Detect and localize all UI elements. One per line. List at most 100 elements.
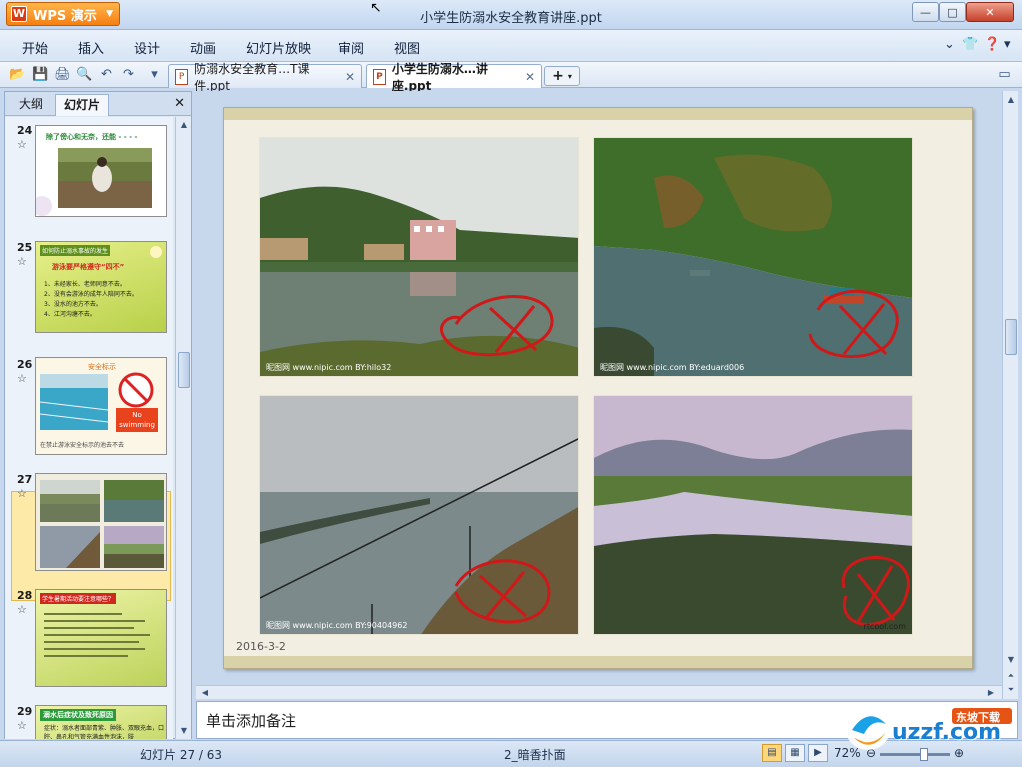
photo-watermark: 昵图网 www.nipic.com BY:90404962 (266, 621, 408, 630)
redo-icon[interactable]: ↷ (120, 66, 137, 83)
riverbank-photo[interactable]: 昵图网 www.nipic.com BY:90404962 (259, 395, 579, 635)
doc-tab-label: 防溺水安全教育…T课件.ppt (194, 61, 310, 93)
slide-scrollbar[interactable]: ▲ ▼ ⏶ ⏷ (1002, 91, 1018, 699)
next-slide-icon[interactable]: ⏷ (1004, 683, 1018, 697)
slide-thumbnail-29[interactable]: 溺水后症状及致死原因 症状：溺水者面部青紫、肿胀、双眼充血，口腔、鼻孔和气管充满… (35, 705, 167, 739)
thumb-line: 2、没有会游泳的成年人陪同不去。 (44, 291, 138, 298)
watermark-tag: 东坡下载 (956, 711, 1000, 724)
menu-design[interactable]: 设计 (134, 38, 160, 57)
thumb-caption: 在禁止游泳安全标示的池去不去 (40, 442, 125, 449)
scroll-left-icon[interactable]: ◀ (198, 686, 212, 700)
ppt-file-icon: P (175, 68, 189, 85)
slide-top-stripe (224, 108, 972, 120)
print-icon[interactable]: 🖨 (54, 66, 71, 83)
slide-thumbnail-27[interactable] (35, 473, 167, 571)
photo-watermark: rtcool.com (863, 622, 906, 631)
thumb-text: 症状：溺水者面部青紫、肿胀、双眼充血，口腔、鼻孔和气管充满血性泡沫，肢 (44, 725, 165, 739)
riverbank-photo-image (260, 396, 578, 634)
open-folder-icon[interactable]: 📂 (9, 66, 26, 83)
new-tab-button[interactable]: + ▾ (544, 66, 580, 86)
photo-watermark: 昵图网 www.nipic.com BY:eduard006 (600, 363, 745, 372)
notes-placeholder[interactable]: 单击添加备注 (206, 710, 296, 731)
doc-tab-2[interactable]: P 小学生防溺水…讲座.ppt ✕ (366, 62, 542, 93)
theme-name: 2_暗香扑面 (504, 748, 566, 762)
pond-photo[interactable]: 昵图网 www.nipic.com BY:hilo32 (259, 137, 579, 377)
slides-panel: 大纲 幻灯片 ✕ 24 ☆ 除了傍心和无奈，还能 - - - - 25 ☆ 如何… (4, 91, 192, 739)
slide-thumbnail-list: 24 ☆ 除了傍心和无奈，还能 - - - - 25 ☆ 如何防止溺水事故的发生… (5, 117, 173, 739)
slide-number: 24 (17, 124, 33, 137)
menu-bar: 开始 插入 设计 动画 幻灯片放映 审阅 视图 ⌄ 👕 ❓ ▾ (0, 30, 1022, 62)
slide-thumbnail-24[interactable]: 除了傍心和无奈，还能 - - - - (35, 125, 167, 217)
photo-watermark: 昵图网 www.nipic.com BY:hilo32 (266, 363, 392, 372)
thumbnail-scrollbar[interactable]: ▲ ▼ (175, 117, 191, 739)
title-bar: W WPS 演示 ▼ 小学生防溺水安全教育讲座.ppt ↖ — □ ✕ (0, 0, 1022, 30)
slide-sorter-view-button[interactable]: ▦ (785, 744, 805, 762)
skin-shirt-icon[interactable]: 👕 (962, 37, 978, 52)
slide-number: 25 (17, 241, 33, 254)
scroll-down-icon[interactable]: ▼ (177, 724, 191, 738)
maximize-button[interactable]: □ (939, 2, 966, 22)
slide-thumbnail-26[interactable]: 安全标示 No swimming 在禁止游泳安全标示的池去不去 (35, 357, 167, 455)
tab-outline[interactable]: 大纲 (11, 94, 51, 116)
slide-counter: 幻灯片 27 / 63 (140, 748, 223, 762)
menu-slideshow[interactable]: 幻灯片放映 (246, 38, 311, 57)
menu-view[interactable]: 视图 (394, 38, 420, 57)
thumb-title: 学生暑期活动要注意哪些？ (40, 593, 117, 604)
thumb-body: 1、未经家长、老师同意不去。 2、没有会游泳的成年人陪同不去。 3、没水的池方不… (44, 280, 138, 320)
current-slide[interactable]: 昵图网 www.nipic.com BY:hilo32 昵图网 www.nipi… (223, 107, 973, 669)
scroll-right-icon[interactable]: ▶ (984, 686, 998, 700)
undo-icon[interactable]: ↶ (98, 66, 115, 83)
marsh-photo-image (594, 396, 912, 634)
thumb-title: 溺水后症状及致死原因 (40, 709, 116, 721)
slide-thumbnail-28[interactable]: 学生暑期活动要注意哪些？ (35, 589, 167, 687)
doc-tab-label: 小学生防溺水…讲座.ppt (391, 61, 488, 93)
close-panel-icon[interactable]: ✕ (174, 96, 185, 111)
scroll-up-icon[interactable]: ▲ (177, 118, 191, 132)
tab-list-icon[interactable]: ▭ (996, 66, 1013, 83)
slide-number: 26 (17, 358, 33, 371)
scrollbar-thumb[interactable] (178, 352, 190, 388)
marsh-photo[interactable]: rtcool.com (593, 395, 913, 635)
zoom-slider-track[interactable] (880, 753, 950, 756)
save-icon[interactable]: 💾 (32, 66, 49, 83)
doc-tab-1[interactable]: P 防溺水安全教育…T课件.ppt ✕ (168, 62, 362, 93)
slide-thumbnail-25[interactable]: 如何防止溺水事故的发生 游泳要严格遵守“四不” 1、未经家长、老师同意不去。 2… (35, 241, 167, 333)
thumb-subtitle: 游泳要严格遵守“四不” (52, 263, 125, 271)
scrollbar-thumb[interactable] (1005, 319, 1017, 355)
ppt-file-icon: P (373, 68, 386, 85)
slideshow-view-button[interactable]: ▶ (808, 744, 828, 762)
quick-access-toolbar: 📂 💾 🖨 🔍 ↶ ↷ ▾ P 防溺水安全教育…T课件.ppt ✕ P 小学生防… (0, 62, 1022, 93)
thumb-title: 如何防止溺水事故的发生 (40, 245, 111, 256)
thumb-line: 1、未经家长、老师同意不去。 (44, 281, 126, 288)
slide-number: 29 (17, 705, 33, 718)
help-dropdown-icon[interactable]: ▾ (1004, 37, 1011, 52)
close-tab-icon[interactable]: ✕ (345, 70, 355, 84)
print-preview-icon[interactable]: 🔍 (76, 66, 93, 83)
menu-insert[interactable]: 插入 (78, 38, 104, 57)
menu-start[interactable]: 开始 (22, 38, 48, 57)
close-tab-icon[interactable]: ✕ (525, 70, 535, 84)
minimize-button[interactable]: — (912, 2, 939, 22)
horizontal-scrollbar[interactable]: ◀ ▶ (196, 685, 1002, 699)
thumb-body (44, 608, 156, 662)
scroll-up-icon[interactable]: ▲ (1004, 93, 1018, 107)
slide-editor-area: 昵图网 www.nipic.com BY:hilo32 昵图网 www.nipi… (196, 91, 1002, 699)
window-title: 小学生防溺水安全教育讲座.ppt (420, 11, 602, 26)
flower-icon (150, 246, 162, 258)
tab-slides[interactable]: 幻灯片 (55, 94, 110, 116)
toolbar-dropdown-icon[interactable]: ▾ (146, 66, 163, 83)
menu-animation[interactable]: 动画 (190, 38, 216, 57)
scroll-down-icon[interactable]: ▼ (1004, 653, 1018, 667)
prev-slide-icon[interactable]: ⏶ (1004, 669, 1018, 683)
river-photo[interactable]: 昵图网 www.nipic.com BY:eduard006 (593, 137, 913, 377)
thumb-photos (40, 480, 164, 568)
animation-star-icon: ☆ (17, 372, 27, 385)
river-photo-image (594, 138, 912, 376)
help-icon[interactable]: ❓ (984, 37, 1000, 52)
menu-review[interactable]: 审阅 (338, 38, 364, 57)
panel-tabs: 大纲 幻灯片 ✕ (5, 92, 191, 116)
close-window-button[interactable]: ✕ (966, 2, 1014, 22)
pond-photo-image (260, 138, 578, 376)
normal-view-button[interactable]: ▤ (762, 744, 782, 762)
collapse-ribbon-icon[interactable]: ⌄ (944, 37, 955, 52)
